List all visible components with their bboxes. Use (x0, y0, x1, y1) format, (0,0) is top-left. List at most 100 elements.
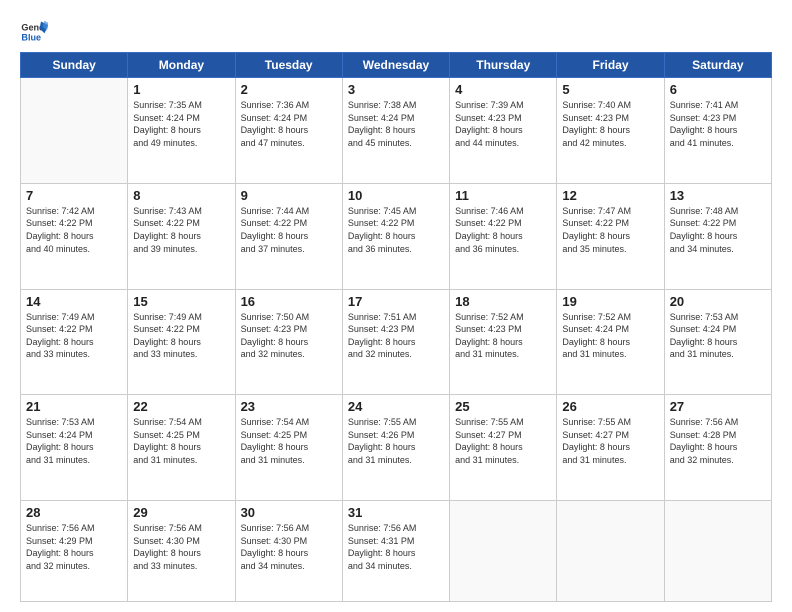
weekday-header-sunday: Sunday (21, 53, 128, 78)
day-number: 16 (241, 294, 337, 309)
day-number: 13 (670, 188, 766, 203)
weekday-header-row: SundayMondayTuesdayWednesdayThursdayFrid… (21, 53, 772, 78)
day-number: 31 (348, 505, 444, 520)
calendar-cell: 10Sunrise: 7:45 AM Sunset: 4:22 PM Dayli… (342, 183, 449, 289)
calendar-cell: 7 Sunrise: 7:42 AM Sunset: 4:22 PM Daylig… (21, 183, 128, 289)
calendar-cell: 27 Sunrise: 7:56 AM Sunset: 4:28 PM Dayli… (664, 395, 771, 501)
cell-info: Sunrise: 7:56 AM Sunset: 4:29 PM Dayligh… (26, 522, 122, 572)
cell-info: Sunrise: 7:56 AM Sunset: 4:30 PM Dayligh… (241, 522, 337, 572)
cell-info: Sunrise: 7:51 AM Sunset: 4:23 PM Dayligh… (348, 311, 444, 361)
day-number: 12 (562, 188, 658, 203)
page: General Blue SundayMondayTuesdayWednesda… (0, 0, 792, 612)
day-number: 24 (348, 399, 444, 414)
weekday-header-thursday: Thursday (450, 53, 557, 78)
cell-info: Sunrise: 7:40 AM Sunset: 4:23 PM Dayligh… (562, 99, 658, 149)
calendar-cell (557, 501, 664, 602)
weekday-header-tuesday: Tuesday (235, 53, 342, 78)
calendar-cell: 14 Sunrise: 7:49 AM Sunset: 4:22 PM Dayli… (21, 289, 128, 395)
day-number: 29 (133, 505, 229, 520)
day-number: 9 (241, 188, 337, 203)
calendar-cell (21, 78, 128, 184)
calendar-cell: 28Sunrise: 7:56 AM Sunset: 4:29 PM Dayli… (21, 501, 128, 602)
cell-info: Sunrise: 7:45 AM Sunset: 4:22 PM Dayligh… (348, 205, 444, 255)
calendar-cell: 2 Sunrise: 7:36 AM Sunset: 4:24 PM Daylig… (235, 78, 342, 184)
day-number: 11 (455, 188, 551, 203)
day-number: 22 (133, 399, 229, 414)
calendar-cell: 23Sunrise: 7:54 AM Sunset: 4:25 PM Dayli… (235, 395, 342, 501)
cell-info: Sunrise: 7:36 AM Sunset: 4:24 PM Dayligh… (241, 99, 337, 149)
weekday-header-monday: Monday (128, 53, 235, 78)
cell-info: Sunrise: 7:55 AM Sunset: 4:26 PM Dayligh… (348, 416, 444, 466)
cell-info: Sunrise: 7:42 AM Sunset: 4:22 PM Dayligh… (26, 205, 122, 255)
calendar-cell (450, 501, 557, 602)
cell-info: Sunrise: 7:56 AM Sunset: 4:30 PM Dayligh… (133, 522, 229, 572)
day-number: 30 (241, 505, 337, 520)
logo-icon: General Blue (20, 18, 48, 46)
calendar-cell: 20 Sunrise: 7:53 AM Sunset: 4:24 PM Dayli… (664, 289, 771, 395)
cell-info: Sunrise: 7:53 AM Sunset: 4:24 PM Dayligh… (670, 311, 766, 361)
cell-info: Sunrise: 7:56 AM Sunset: 4:28 PM Dayligh… (670, 416, 766, 466)
cell-info: Sunrise: 7:48 AM Sunset: 4:22 PM Dayligh… (670, 205, 766, 255)
weekday-header-friday: Friday (557, 53, 664, 78)
cell-info: Sunrise: 7:54 AM Sunset: 4:25 PM Dayligh… (133, 416, 229, 466)
day-number: 25 (455, 399, 551, 414)
calendar-cell: 29 Sunrise: 7:56 AM Sunset: 4:30 PM Dayli… (128, 501, 235, 602)
cell-info: Sunrise: 7:52 AM Sunset: 4:24 PM Dayligh… (562, 311, 658, 361)
cell-info: Sunrise: 7:50 AM Sunset: 4:23 PM Dayligh… (241, 311, 337, 361)
day-number: 20 (670, 294, 766, 309)
cell-info: Sunrise: 7:52 AM Sunset: 4:23 PM Dayligh… (455, 311, 551, 361)
weekday-header-saturday: Saturday (664, 53, 771, 78)
calendar-week-row: 7 Sunrise: 7:42 AM Sunset: 4:22 PM Daylig… (21, 183, 772, 289)
calendar-cell: 24 Sunrise: 7:55 AM Sunset: 4:26 PM Dayli… (342, 395, 449, 501)
calendar-cell: 8Sunrise: 7:43 AM Sunset: 4:22 PM Daylig… (128, 183, 235, 289)
calendar-cell: 17Sunrise: 7:51 AM Sunset: 4:23 PM Dayli… (342, 289, 449, 395)
calendar-week-row: 28Sunrise: 7:56 AM Sunset: 4:29 PM Dayli… (21, 501, 772, 602)
cell-info: Sunrise: 7:49 AM Sunset: 4:22 PM Dayligh… (133, 311, 229, 361)
calendar-table: SundayMondayTuesdayWednesdayThursdayFrid… (20, 52, 772, 602)
day-number: 7 (26, 188, 122, 203)
calendar-cell: 26Sunrise: 7:55 AM Sunset: 4:27 PM Dayli… (557, 395, 664, 501)
cell-info: Sunrise: 7:41 AM Sunset: 4:23 PM Dayligh… (670, 99, 766, 149)
calendar-cell: 11 Sunrise: 7:46 AM Sunset: 4:22 PM Dayli… (450, 183, 557, 289)
cell-info: Sunrise: 7:35 AM Sunset: 4:24 PM Dayligh… (133, 99, 229, 149)
logo: General Blue (20, 18, 48, 46)
day-number: 18 (455, 294, 551, 309)
calendar-week-row: 1Sunrise: 7:35 AM Sunset: 4:24 PM Daylig… (21, 78, 772, 184)
day-number: 21 (26, 399, 122, 414)
cell-info: Sunrise: 7:47 AM Sunset: 4:22 PM Dayligh… (562, 205, 658, 255)
calendar-cell: 3Sunrise: 7:38 AM Sunset: 4:24 PM Daylig… (342, 78, 449, 184)
calendar-week-row: 14 Sunrise: 7:49 AM Sunset: 4:22 PM Dayli… (21, 289, 772, 395)
cell-info: Sunrise: 7:49 AM Sunset: 4:22 PM Dayligh… (26, 311, 122, 361)
calendar-cell: 15 Sunrise: 7:49 AM Sunset: 4:22 PM Dayli… (128, 289, 235, 395)
day-number: 27 (670, 399, 766, 414)
calendar-cell: 12 Sunrise: 7:47 AM Sunset: 4:22 PM Dayli… (557, 183, 664, 289)
day-number: 6 (670, 82, 766, 97)
day-number: 26 (562, 399, 658, 414)
calendar-cell: 19 Sunrise: 7:52 AM Sunset: 4:24 PM Dayli… (557, 289, 664, 395)
calendar-cell: 21Sunrise: 7:53 AM Sunset: 4:24 PM Dayli… (21, 395, 128, 501)
day-number: 15 (133, 294, 229, 309)
calendar-cell: 22 Sunrise: 7:54 AM Sunset: 4:25 PM Dayli… (128, 395, 235, 501)
calendar-cell: 25 Sunrise: 7:55 AM Sunset: 4:27 PM Dayli… (450, 395, 557, 501)
day-number: 3 (348, 82, 444, 97)
calendar-cell: 1Sunrise: 7:35 AM Sunset: 4:24 PM Daylig… (128, 78, 235, 184)
cell-info: Sunrise: 7:55 AM Sunset: 4:27 PM Dayligh… (455, 416, 551, 466)
cell-info: Sunrise: 7:56 AM Sunset: 4:31 PM Dayligh… (348, 522, 444, 572)
calendar-cell: 30 Sunrise: 7:56 AM Sunset: 4:30 PM Dayli… (235, 501, 342, 602)
day-number: 14 (26, 294, 122, 309)
day-number: 2 (241, 82, 337, 97)
cell-info: Sunrise: 7:46 AM Sunset: 4:22 PM Dayligh… (455, 205, 551, 255)
day-number: 19 (562, 294, 658, 309)
calendar-cell: 16 Sunrise: 7:50 AM Sunset: 4:23 PM Dayli… (235, 289, 342, 395)
calendar-cell: 18 Sunrise: 7:52 AM Sunset: 4:23 PM Dayli… (450, 289, 557, 395)
calendar-week-row: 21Sunrise: 7:53 AM Sunset: 4:24 PM Dayli… (21, 395, 772, 501)
calendar-cell (664, 501, 771, 602)
cell-info: Sunrise: 7:43 AM Sunset: 4:22 PM Dayligh… (133, 205, 229, 255)
svg-text:Blue: Blue (21, 32, 41, 42)
weekday-header-wednesday: Wednesday (342, 53, 449, 78)
cell-info: Sunrise: 7:39 AM Sunset: 4:23 PM Dayligh… (455, 99, 551, 149)
cell-info: Sunrise: 7:44 AM Sunset: 4:22 PM Dayligh… (241, 205, 337, 255)
calendar-cell: 6 Sunrise: 7:41 AM Sunset: 4:23 PM Daylig… (664, 78, 771, 184)
day-number: 23 (241, 399, 337, 414)
calendar-cell: 5Sunrise: 7:40 AM Sunset: 4:23 PM Daylig… (557, 78, 664, 184)
